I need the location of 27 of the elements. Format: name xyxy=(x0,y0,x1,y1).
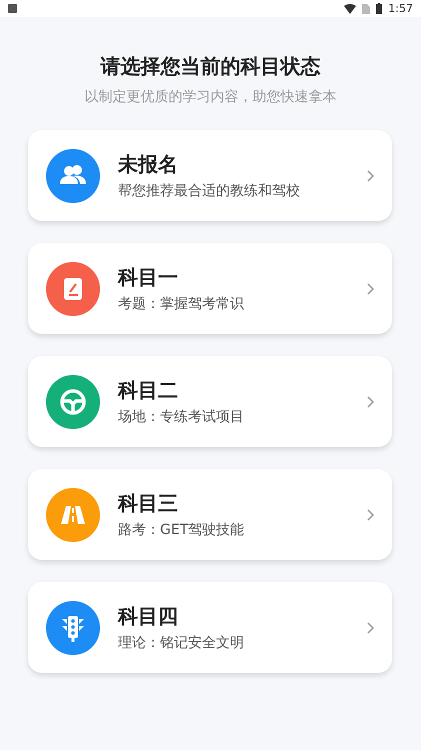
chevron-icon xyxy=(367,622,374,634)
chevron-icon xyxy=(367,282,374,294)
page-title: 请选择您当前的科目状态 xyxy=(100,53,320,80)
subject-card[interactable]: 科目四 理论：铭记安全文明 xyxy=(28,582,392,673)
subject-description: 理论：铭记安全文明 xyxy=(118,634,245,652)
chevron-icon xyxy=(367,508,374,520)
subject-description: 场地：专练考试项目 xyxy=(118,408,245,426)
no-sim-icon xyxy=(362,4,370,14)
subject-title: 科目三 xyxy=(118,490,179,517)
subject-description: 路考：GET驾驶技能 xyxy=(118,521,246,539)
wifi-icon xyxy=(344,4,356,14)
chevron-icon xyxy=(367,396,374,408)
subject-description: 考题：掌握驾考常识 xyxy=(118,295,245,313)
subject-card[interactable]: 科目三 路考：GET驾驶技能 xyxy=(28,469,392,560)
status-time: 1:57 xyxy=(388,2,413,15)
page-subtitle: 以制定更优质的学习内容，助您快速拿本 xyxy=(84,88,336,106)
subject-title: 科目二 xyxy=(118,377,179,404)
subject-description: 帮您推荐最合适的教练和驾校 xyxy=(118,182,301,200)
chevron-icon xyxy=(367,170,374,182)
subject-title: 科目一 xyxy=(118,264,179,291)
subject-card[interactable]: 未报名 帮您推荐最合适的教练和驾校 xyxy=(28,130,392,221)
notification-icon xyxy=(8,4,17,13)
battery-icon xyxy=(376,3,382,14)
subject-card[interactable]: 科目二 场地：专练考试项目 xyxy=(28,356,392,447)
subject-title: 未报名 xyxy=(118,151,179,178)
subject-title: 科目四 xyxy=(118,603,179,630)
subject-card[interactable]: 科目一 考题：掌握驾考常识 xyxy=(28,243,392,334)
